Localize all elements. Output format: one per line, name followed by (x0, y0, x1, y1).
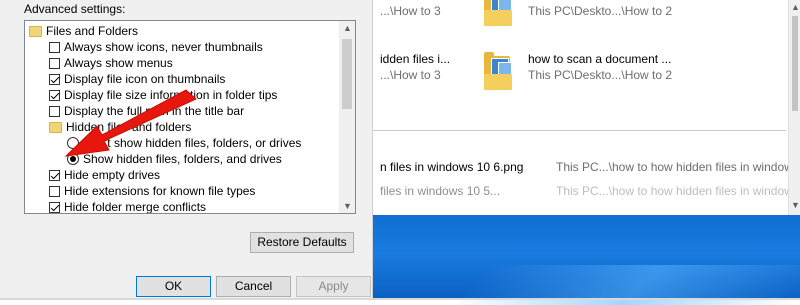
option-label: Display the full path in the title bar (64, 104, 245, 118)
explorer-item[interactable]: This PC\Deskto...\How to 2 (528, 0, 768, 24)
option-display-file-icon-on-thumbnails[interactable]: Display file icon on thumbnails (49, 71, 225, 87)
folder-icon (482, 0, 514, 28)
explorer-item[interactable]: idden files i... ...\How to 3 (380, 52, 540, 84)
restore-defaults-button[interactable]: Restore Defaults (250, 232, 354, 253)
checkbox-checked[interactable] (49, 89, 60, 101)
option-label: Display file icon on thumbnails (64, 72, 226, 86)
option-display-file-size-info[interactable]: Display file size information in folder … (49, 87, 277, 103)
option-label: Don't show hidden files, folders, or dri… (83, 136, 302, 150)
scroll-up-icon[interactable]: ▲ (343, 23, 352, 33)
option-label: Hide folder merge conflicts (64, 200, 207, 214)
explorer-scrollbar[interactable]: ▲ ▼ (788, 0, 800, 215)
checkbox-checked[interactable] (49, 201, 60, 213)
explorer-item-path: ...\How to 3 (380, 68, 441, 82)
checkbox[interactable] (49, 105, 60, 117)
advanced-settings-label: Advanced settings: (24, 2, 126, 16)
checkbox[interactable] (49, 57, 60, 69)
folder-icon (49, 121, 62, 133)
apply-button[interactable]: Apply (296, 276, 371, 297)
option-hide-empty-drives[interactable]: Hide empty drives (49, 167, 160, 183)
checkbox-checked[interactable] (49, 169, 60, 181)
option-label: Always show icons, never thumbnails (64, 40, 263, 54)
option-dont-show-hidden[interactable]: Don't show hidden files, folders, or dri… (67, 135, 301, 151)
explorer-item-path: ...\How to 3 (380, 4, 441, 18)
advanced-settings-list[interactable]: Files and Folders Always show icons, nev… (24, 20, 356, 214)
option-label: Display file size information in folder … (64, 88, 278, 102)
option-display-full-path[interactable]: Display the full path in the title bar (49, 103, 244, 119)
option-label: Hide extensions for known file types (64, 184, 256, 198)
option-hide-extensions[interactable]: Hide extensions for known file types (49, 183, 255, 199)
option-label: Show hidden files, folders, and drives (83, 152, 282, 166)
explorer-item-path: This PC\Deskto...\How to 2 (528, 68, 673, 82)
option-always-show-menus[interactable]: Always show menus (49, 55, 173, 71)
folder-options-dialog: Advanced settings: Files and Folders Alw… (0, 0, 373, 300)
explorer-item[interactable]: how to scan a document ... This PC\Deskt… (528, 52, 768, 84)
desktop-background (372, 215, 800, 305)
scroll-down-icon[interactable]: ▼ (343, 201, 352, 211)
cancel-button[interactable]: Cancel (216, 276, 291, 297)
radio-button-selected[interactable] (67, 153, 79, 165)
option-label: Always show menus (64, 56, 173, 70)
list-row-name: n files in windows 10 6.png (380, 160, 524, 174)
option-label: Hide empty drives (64, 168, 161, 182)
file-explorer-pane: ...\How to 3 This PC\Deskto...\How to 2 … (372, 0, 800, 215)
explorer-item-name: how to scan a document ... (528, 52, 672, 66)
list-row[interactable]: n files in windows 10 6.png This PC...\h… (380, 160, 799, 176)
scrollbar-thumb[interactable] (342, 39, 352, 109)
list-row-path: This PC...\how to how hidden files in wi… (556, 184, 794, 196)
tree-label: Hidden files and folders (66, 120, 192, 134)
tree-folder-hidden-files: Hidden files and folders (49, 119, 191, 135)
list-row-path: This PC...\how to how hidden files in wi… (556, 160, 799, 174)
explorer-item[interactable]: ...\How to 3 (380, 0, 540, 24)
tree-folder-files-and-folders: Files and Folders (29, 23, 138, 39)
folder-icon (482, 52, 514, 92)
divider (372, 130, 786, 131)
checkbox[interactable] (49, 185, 60, 197)
option-hide-folder-merge-conflicts[interactable]: Hide folder merge conflicts (49, 199, 207, 214)
list-row-name: files in windows 10 5... (380, 184, 501, 196)
explorer-item-path: This PC\Deskto...\How to 2 (528, 4, 673, 18)
radio-button[interactable] (67, 137, 79, 149)
checkbox[interactable] (49, 41, 60, 53)
tree-label: Files and Folders (46, 24, 139, 38)
scroll-up-icon[interactable]: ▲ (791, 2, 800, 12)
option-show-hidden[interactable]: Show hidden files, folders, and drives (67, 151, 282, 167)
list-row[interactable]: files in windows 10 5... This PC...\how … (380, 182, 794, 196)
option-always-show-icons[interactable]: Always show icons, never thumbnails (49, 39, 263, 55)
ok-button[interactable]: OK (136, 276, 211, 297)
explorer-item-name: idden files i... (380, 52, 451, 66)
list-scrollbar[interactable]: ▲ ▼ (339, 21, 355, 213)
checkbox-checked[interactable] (49, 73, 60, 85)
folder-icon (29, 25, 42, 37)
scroll-down-icon[interactable]: ▼ (791, 200, 800, 210)
scrollbar-thumb[interactable] (792, 16, 798, 111)
